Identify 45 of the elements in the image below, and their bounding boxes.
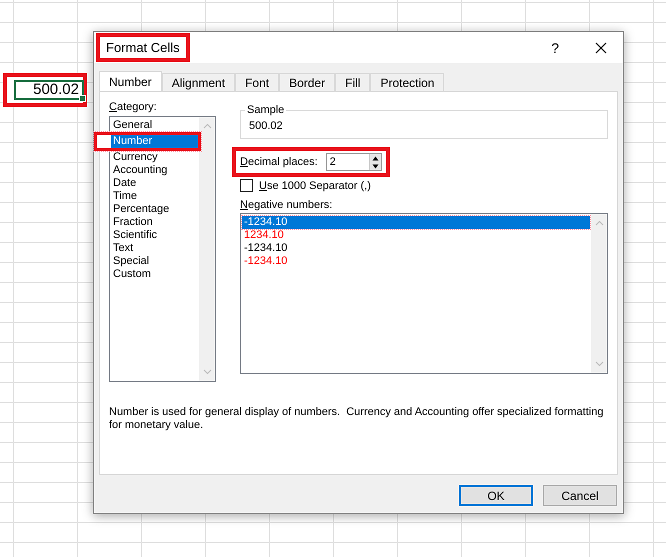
category-item[interactable]: Number <box>94 132 201 151</box>
checkbox[interactable] <box>240 179 253 192</box>
decimal-places-label: Decimal places: <box>240 156 318 168</box>
category-item[interactable]: Date <box>111 177 198 190</box>
category-item[interactable]: Time <box>111 190 198 203</box>
dialog-button[interactable]: Cancel <box>543 485 617 506</box>
category-item[interactable]: Text <box>111 242 198 255</box>
tab[interactable]: Font <box>235 73 280 91</box>
scroll-down-icon[interactable] <box>594 361 604 367</box>
separator-label: Use 1000 Separator (,) <box>259 180 371 192</box>
description-text: Number is used for general display of numbers. Currency and Accounting offer specialized formatting for monetary value. <box>109 406 604 432</box>
tab[interactable]: Alignment <box>162 73 236 91</box>
category-item[interactable]: Accounting <box>111 164 198 177</box>
tab[interactable]: Fill <box>335 73 370 91</box>
tab[interactable]: Protection <box>370 73 444 91</box>
category-label: Category: <box>109 101 158 113</box>
close-icon[interactable] <box>595 42 607 54</box>
scrollbar[interactable] <box>591 214 607 373</box>
scrollbar[interactable] <box>199 117 215 381</box>
category-item[interactable]: Special <box>111 255 198 268</box>
spin-up-icon[interactable] <box>370 154 380 162</box>
dialog-button[interactable]: OK <box>459 485 533 506</box>
category-item[interactable]: Scientific <box>111 229 198 242</box>
negative-number-item[interactable]: -1234.10 <box>242 255 590 268</box>
negative-numbers-label: Negative numbers: <box>240 199 334 211</box>
scroll-down-icon[interactable] <box>202 369 212 375</box>
sample-value: 500.02 <box>249 120 283 132</box>
negative-number-item[interactable]: -1234.10 <box>242 242 590 255</box>
window-title: Format Cells <box>96 33 190 62</box>
scroll-up-icon[interactable] <box>594 220 604 226</box>
decimal-places-spinner[interactable]: 2 <box>326 153 382 171</box>
category-item[interactable]: Fraction <box>111 216 198 229</box>
tab[interactable]: Border <box>279 73 336 91</box>
tab[interactable]: Number <box>99 71 162 91</box>
help-button[interactable]: ? <box>551 40 559 56</box>
category-item[interactable]: Percentage <box>111 203 198 216</box>
category-item[interactable]: Currency <box>111 151 198 164</box>
scroll-up-icon[interactable] <box>202 123 212 129</box>
negative-number-item[interactable]: -1234.10 <box>242 216 590 229</box>
spin-down-icon[interactable] <box>370 162 380 170</box>
negative-number-item[interactable]: 1234.10 <box>242 229 590 242</box>
category-item[interactable]: General <box>111 119 198 132</box>
sample-label: Sample <box>246 104 286 116</box>
selected-cell[interactable]: 500.02 <box>14 80 84 100</box>
category-item[interactable]: Custom <box>111 268 198 281</box>
